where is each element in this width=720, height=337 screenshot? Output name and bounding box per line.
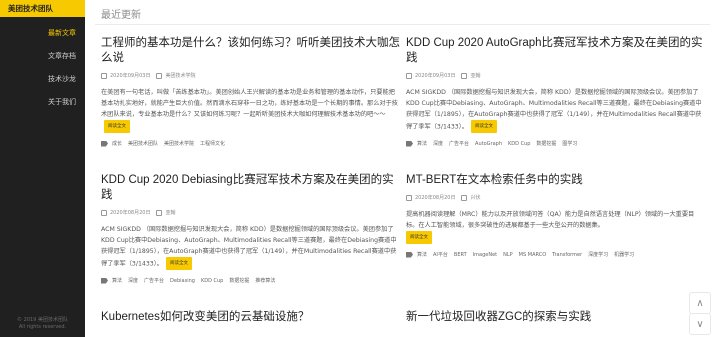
sidebar-item-about[interactable]: 关于我们 xyxy=(0,90,85,113)
tag[interactable]: 广告平台 xyxy=(144,277,164,284)
divider xyxy=(95,24,710,25)
tag-icon xyxy=(101,140,108,147)
article-author[interactable]: 亚翰 xyxy=(470,72,480,79)
article-meta: 2020年09月03日 亚翰 xyxy=(406,72,706,79)
tag[interactable]: MS MARCO xyxy=(519,252,546,258)
tag[interactable]: ImageNet xyxy=(473,252,497,258)
article-card: Kubernetes如何改变美团的云基础设施？ xyxy=(101,310,401,325)
section-title: 最近更新 xyxy=(101,10,141,21)
author-icon xyxy=(156,72,163,79)
tag[interactable]: 数据挖掘 xyxy=(229,277,249,284)
tag[interactable]: 图学习 xyxy=(562,140,577,147)
tag[interactable]: AutoGraph xyxy=(475,141,502,147)
article-tags: 算法 AI平台 BERT ImageNet NLP MS MARCO Trans… xyxy=(406,251,706,258)
main-content: 最近更新 工程师的基本功是什么？该如何练习？听听美团技术大咖怎么说 2020年0… xyxy=(85,0,720,337)
tag[interactable]: 算法 xyxy=(112,277,122,284)
article-meta: 2020年09月03日 美团技术学院 xyxy=(101,72,401,79)
article-summary: ACM SIGKDD （国际数据挖掘与知识发现大会，简称 KDD）是数据挖掘领域… xyxy=(101,224,401,270)
article-date: 2020年09月03日 xyxy=(415,73,456,79)
article-card: 工程师的基本功是什么？该如何练习？听听美团技术大咖怎么说 2020年09月03日… xyxy=(101,36,401,147)
article-title[interactable]: KDD Cup 2020 Debiasing比赛冠军技术方案及在美团的实践 xyxy=(101,173,401,203)
tag[interactable]: Transformer xyxy=(552,252,582,258)
tag[interactable]: NLP xyxy=(503,252,513,258)
tag[interactable]: 推荐算法 xyxy=(255,277,275,284)
chevron-up-icon: ∧ xyxy=(696,297,704,309)
article-author[interactable]: 美团技术学院 xyxy=(165,72,195,79)
tag[interactable]: 广告平台 xyxy=(449,140,469,147)
scroll-down-button[interactable]: ∨ xyxy=(689,313,711,335)
article-summary: ACM SIGKDD （国际数据挖掘与知识发现大会，简称 KDD）是数据挖掘领域… xyxy=(406,87,706,133)
tag[interactable]: KDD Cup xyxy=(201,278,223,284)
read-more-button[interactable]: 阅读全文 xyxy=(406,231,432,244)
article-meta: 2020年08月20日 亚翰 xyxy=(101,209,401,216)
calendar-icon xyxy=(406,72,412,79)
tag[interactable]: 深度 xyxy=(128,277,138,284)
chevron-down-icon: ∨ xyxy=(696,318,704,330)
calendar-icon xyxy=(406,194,412,201)
article-card: MT-BERT在文本检索任务中的实践 2020年08月20日 兴伏 提高机器阅读… xyxy=(406,173,706,258)
author-icon xyxy=(461,194,468,201)
tag[interactable]: Debiasing xyxy=(170,278,195,284)
calendar-icon xyxy=(101,72,107,79)
article-title[interactable]: 工程师的基本功是什么？该如何练习？听听美团技术大咖怎么说 xyxy=(101,36,401,66)
tag[interactable]: 工程师文化 xyxy=(200,140,225,147)
copyright: © 2019 美团技术团队 All rights reserved. xyxy=(17,317,68,330)
article-tags: 成长 美团技术团队 美团技术学院 工程师文化 xyxy=(101,140,401,147)
article-summary: 提高机器阅读理解（MRC）能力以及开放领域问答（QA）能力是自然语言处理（NLP… xyxy=(406,209,706,244)
brand-logo[interactable]: 美团技术团队 xyxy=(0,0,85,17)
read-more-button[interactable]: 阅读全文 xyxy=(165,257,192,270)
sidebar-item-latest[interactable]: 最新文章 xyxy=(0,21,85,44)
sidebar-item-salon[interactable]: 技术沙龙 xyxy=(0,67,85,90)
tag[interactable]: 成长 xyxy=(112,140,122,147)
article-title[interactable]: 新一代垃圾回收器ZGC的探索与实践 xyxy=(406,310,706,325)
tag[interactable]: AI平台 xyxy=(433,251,448,258)
article-summary: 在美团有一句老话，叫做「苦练基本功」。美团创始人王兴解读的基本功是业务和管理的基… xyxy=(101,87,401,133)
tag[interactable]: 深度学习 xyxy=(588,251,608,258)
article-title[interactable]: MT-BERT在文本检索任务中的实践 xyxy=(406,173,706,188)
tag-icon xyxy=(406,251,413,258)
author-icon xyxy=(156,209,163,216)
article-author[interactable]: 亚翰 xyxy=(165,209,175,216)
article-card: KDD Cup 2020 Debiasing比赛冠军技术方案及在美团的实践 20… xyxy=(101,173,401,284)
tag[interactable]: KDD Cup xyxy=(508,141,530,147)
sidebar-nav: 最新文章 文章存档 技术沙龙 关于我们 xyxy=(0,21,85,113)
article-date: 2020年09月03日 xyxy=(110,73,151,79)
tag[interactable]: 算法 xyxy=(417,140,427,147)
article-meta: 2020年08月20日 兴伏 xyxy=(406,194,706,201)
author-icon xyxy=(461,72,468,79)
article-title[interactable]: KDD Cup 2020 AutoGraph比赛冠军技术方案及在美团的实践 xyxy=(406,36,706,66)
article-date: 2020年08月20日 xyxy=(415,195,456,201)
tag[interactable]: 机器学习 xyxy=(614,251,634,258)
article-card: 新一代垃圾回收器ZGC的探索与实践 xyxy=(406,310,706,325)
tag[interactable]: 算法 xyxy=(417,251,427,258)
calendar-icon xyxy=(101,209,107,216)
article-tags: 算法 深度 广告平台 Debiasing KDD Cup 数据挖掘 推荐算法 xyxy=(101,277,401,284)
tag[interactable]: 数据挖掘 xyxy=(536,140,556,147)
scroll-up-button[interactable]: ∧ xyxy=(689,292,711,314)
read-more-button[interactable]: 阅读全文 xyxy=(104,120,130,133)
sidebar: 美团技术团队 最新文章 文章存档 技术沙龙 关于我们 © 2019 美团技术团队… xyxy=(0,0,85,337)
tag-icon xyxy=(101,277,108,284)
tag[interactable]: BERT xyxy=(454,252,467,258)
article-title[interactable]: Kubernetes如何改变美团的云基础设施？ xyxy=(101,310,401,325)
tag[interactable]: 美团技术团队 xyxy=(128,140,158,147)
read-more-button[interactable]: 阅读全文 xyxy=(470,120,497,133)
tag-icon xyxy=(406,140,413,147)
sidebar-item-archive[interactable]: 文章存档 xyxy=(0,44,85,67)
tag[interactable]: 美团技术学院 xyxy=(164,140,194,147)
article-date: 2020年08月20日 xyxy=(110,210,151,216)
article-author[interactable]: 兴伏 xyxy=(470,194,480,201)
tag[interactable]: 深度 xyxy=(433,140,443,147)
article-card: KDD Cup 2020 AutoGraph比赛冠军技术方案及在美团的实践 20… xyxy=(406,36,706,147)
article-tags: 算法 深度 广告平台 AutoGraph KDD Cup 数据挖掘 图学习 xyxy=(406,140,706,147)
